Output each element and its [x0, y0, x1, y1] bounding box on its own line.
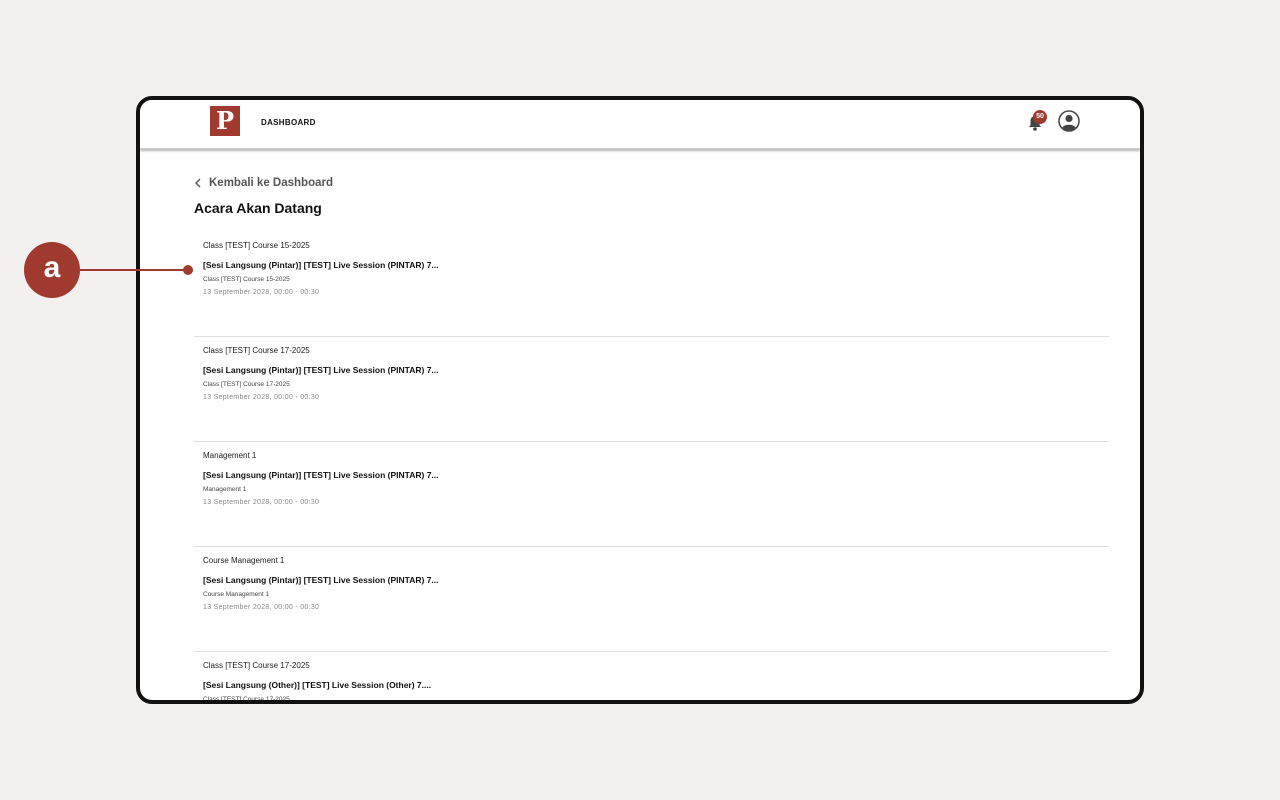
event-class-name: Management 1 [203, 451, 257, 460]
callout-marker-a: a [24, 242, 80, 298]
notification-count-badge: 50 [1033, 110, 1047, 124]
event-subtitle: Class [TEST] Course 17-2025 [203, 381, 290, 388]
app-frame: P DASHBOARD 50 Kembali ke Dashboard Acar… [136, 96, 1144, 704]
event-class-name: Class [TEST] Course 17-2025 [203, 661, 310, 670]
event-subtitle: Class [TEST] Course 17-2025 [203, 696, 290, 703]
event-list-item[interactable]: Class [TEST] Course 17-2025 [Sesi Langsu… [194, 337, 1109, 442]
event-list-item[interactable]: Management 1 [Sesi Langsung (Pintar)] [T… [194, 442, 1109, 547]
event-class-name: Course Management 1 [203, 556, 285, 565]
event-list-item[interactable]: Class [TEST] Course 17-2025 [Sesi Langsu… [194, 652, 1109, 703]
back-to-dashboard-link[interactable]: Kembali ke Dashboard [194, 176, 333, 190]
event-datetime: 13 September 2028, 00:00 - 00:30 [203, 499, 320, 506]
event-subtitle: Class [TEST] Course 15-2025 [203, 276, 290, 283]
event-title[interactable]: [Sesi Langsung (Pintar)] [TEST] Live Ses… [203, 470, 439, 480]
event-list-item[interactable]: Course Management 1 [Sesi Langsung (Pint… [194, 547, 1109, 652]
event-title[interactable]: [Sesi Langsung (Pintar)] [TEST] Live Ses… [203, 365, 439, 375]
callout-pointer-dot [183, 265, 193, 275]
back-link-label: Kembali ke Dashboard [209, 177, 333, 189]
nav-dashboard-link[interactable]: DASHBOARD [261, 118, 316, 127]
user-avatar-icon[interactable] [1058, 110, 1080, 132]
event-subtitle: Management 1 [203, 486, 247, 493]
event-title[interactable]: [Sesi Langsung (Pintar)] [TEST] Live Ses… [203, 260, 439, 270]
event-datetime: 13 September 2028, 00:00 - 00:30 [203, 289, 320, 296]
top-navbar: P DASHBOARD 50 [140, 100, 1140, 149]
event-datetime: 13 September 2028, 00:00 - 00:30 [203, 604, 320, 611]
brand-logo[interactable]: P [210, 106, 240, 136]
chevron-left-icon [195, 178, 201, 188]
callout-connector-line [80, 269, 184, 271]
event-list-item[interactable]: Class [TEST] Course 15-2025 [Sesi Langsu… [194, 232, 1109, 337]
event-datetime: 13 September 2028, 00:00 - 00:30 [203, 394, 320, 401]
event-class-name: Class [TEST] Course 17-2025 [203, 346, 310, 355]
upcoming-events-list: Class [TEST] Course 15-2025 [Sesi Langsu… [194, 232, 1109, 703]
event-title[interactable]: [Sesi Langsung (Pintar)] [TEST] Live Ses… [203, 575, 439, 585]
event-class-name: Class [TEST] Course 15-2025 [203, 241, 310, 250]
page-title: Acara Akan Datang [194, 200, 322, 216]
event-title[interactable]: [Sesi Langsung (Other)] [TEST] Live Sess… [203, 680, 431, 690]
event-subtitle: Course Management 1 [203, 591, 270, 598]
